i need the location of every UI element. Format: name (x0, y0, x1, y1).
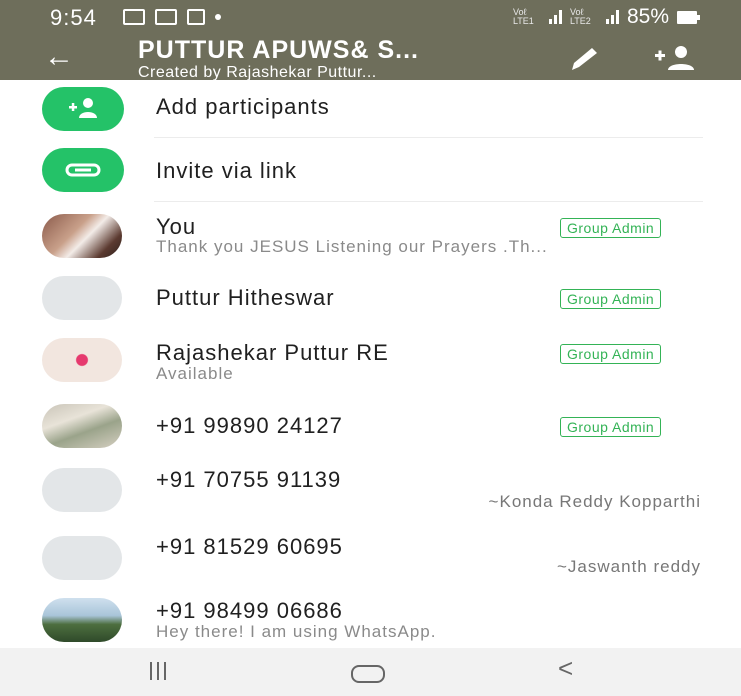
participant-status: Thank you JESUS Listening our Prayers .T… (156, 237, 548, 256)
participant-name: Rajashekar Puttur RE (156, 340, 389, 365)
participant-row[interactable]: You Thank you JESUS Listening our Prayer… (0, 202, 741, 268)
group-admin-badge: Group Admin (560, 218, 662, 238)
recent-apps-icon[interactable] (150, 662, 166, 680)
participant-row[interactable]: Puttur Hitheswar Group Admin (0, 268, 741, 324)
sim2-signal-icon (605, 10, 619, 24)
participant-avatar[interactable] (42, 214, 122, 258)
more-notifications-dot-icon (215, 14, 221, 20)
app-bar: ← PUTTUR APUWS& S... Created by Rajashek… (0, 36, 741, 82)
invite-link-row[interactable]: Invite via link (0, 138, 741, 202)
status-time: 9:54 (50, 5, 97, 30)
group-title: PUTTUR APUWS& S... (138, 36, 419, 64)
invite-link-icon-circle (42, 148, 124, 192)
back-nav-icon[interactable]: < (558, 653, 573, 684)
gallery-notification-icon (123, 9, 145, 25)
participant-name: +91 70755 91139 (156, 467, 342, 492)
participant-push-name: ~Jaswanth reddy (557, 557, 701, 576)
participant-name: +91 99890 24127 (156, 413, 343, 438)
add-participants-icon-circle (42, 87, 124, 131)
link-icon (65, 163, 101, 177)
group-title-area[interactable]: PUTTUR APUWS& S... Created by Rajashekar… (138, 36, 419, 82)
default-avatar-icon[interactable] (42, 468, 122, 512)
add-person-icon (69, 98, 97, 118)
participant-name: +91 98499 06686 (156, 598, 343, 623)
participant-avatar[interactable] (42, 404, 122, 448)
battery-icon (677, 10, 700, 24)
add-participants-label: Add participants (156, 94, 330, 119)
default-avatar-icon[interactable] (42, 536, 122, 580)
participant-avatar[interactable] (42, 338, 122, 382)
screen-notification-icon (155, 9, 177, 25)
group-admin-badge: Group Admin (560, 289, 662, 309)
sim1-label: Voℓ LTE1 (512, 8, 534, 26)
sim2-label: Voℓ LTE2 (569, 8, 591, 26)
back-arrow-icon[interactable]: ← (44, 40, 74, 74)
add-participant-icon[interactable] (653, 44, 699, 72)
participant-name: +91 81529 60695 (156, 534, 343, 559)
edit-pencil-icon[interactable] (566, 44, 604, 74)
invite-link-label: Invite via link (156, 158, 297, 183)
participant-row[interactable]: +91 81529 60695 ~Jaswanth reddy (0, 524, 741, 596)
notification-icons (123, 9, 221, 25)
participant-row[interactable]: +91 70755 91139 ~Konda Reddy Kopparthi (0, 458, 741, 524)
battery-percent: 85% (626, 5, 669, 28)
participant-row[interactable]: +91 98499 06686 Hey there! I am using Wh… (0, 596, 741, 648)
participant-name: Puttur Hitheswar (156, 285, 335, 310)
participant-status: Hey there! I am using WhatsApp. (156, 622, 437, 641)
sim1-signal-icon (548, 10, 562, 24)
home-icon[interactable] (351, 665, 385, 683)
facebook-notification-icon (187, 9, 205, 25)
participant-push-name: ~Konda Reddy Kopparthi (488, 492, 701, 511)
default-avatar-icon[interactable] (42, 276, 122, 320)
group-admin-badge: Group Admin (560, 417, 662, 437)
add-participants-row[interactable]: Add participants (0, 80, 741, 138)
participant-status: Available (156, 364, 234, 383)
participant-avatar[interactable] (42, 598, 122, 642)
participant-row[interactable]: +91 99890 24127 Group Admin (0, 388, 741, 458)
participant-row[interactable]: Rajashekar Puttur RE Available Group Adm… (0, 324, 741, 388)
status-bar: 9:54 Voℓ LTE1 Voℓ LTE2 85% (0, 0, 741, 36)
group-admin-badge: Group Admin (560, 344, 662, 364)
system-nav-bar: < (0, 648, 741, 696)
